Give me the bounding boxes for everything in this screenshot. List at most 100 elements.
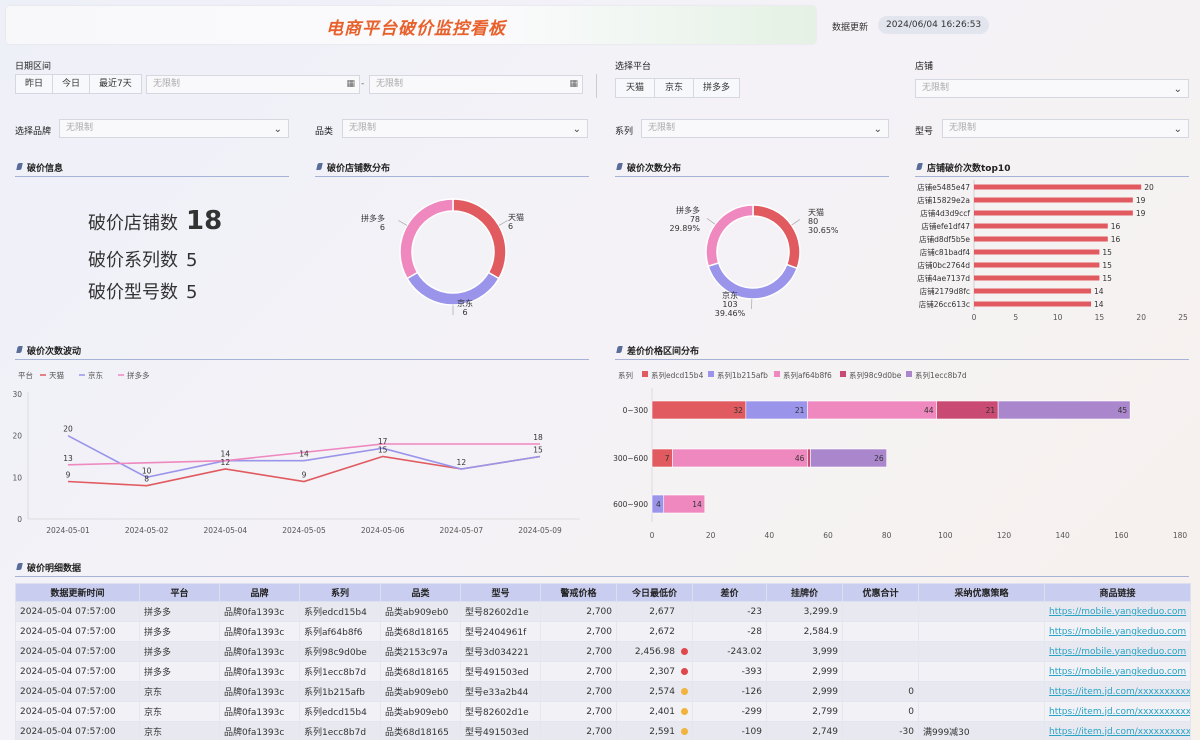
product-link[interactable]: https://mobile.yangkeduo.com [1044,621,1191,642]
bar-category-label: 店铺4d3d9ccf [920,208,970,218]
last7days-button[interactable]: 最近7天 [89,74,142,94]
data-label: 18 [533,433,543,442]
y-tick-label: 30 [12,390,22,399]
table-cell: 3,299.9 [766,601,843,622]
chevron-down-icon: ⌄ [572,124,581,135]
table-cell: -393 [692,661,767,682]
table-row[interactable]: 2024-05-04 07:57:00 拼多多 品牌0fa1393c 系列98c9d0… [15,641,1191,662]
column-header[interactable]: 型号 [460,583,541,602]
platform-buttons: 天猫 京东 拼多多 [615,78,741,98]
legend-swatch [642,371,648,377]
page-title: 电商平台破价监控看板 [326,19,506,39]
calendar-icon[interactable]: ▦ [569,76,578,93]
product-link[interactable]: https://item.jd.com/xxxxxxxxxxxxxx [1044,701,1191,722]
chevron-down-icon: ⌄ [873,124,882,135]
pdd-button[interactable]: 拼多多 [693,78,741,98]
column-header[interactable]: 商品链接 [1044,583,1191,602]
series-select[interactable]: 无限制 ⌄ [641,119,889,138]
brand-select[interactable]: 无限制 ⌄ [59,119,289,138]
table-cell [918,641,1045,662]
column-header[interactable]: 今日最低价 [616,583,693,602]
table-cell: 系列98c9d0be [299,641,381,662]
product-link[interactable]: https://mobile.yangkeduo.com [1044,601,1191,622]
column-header[interactable]: 品牌 [219,583,300,602]
table-row[interactable]: 2024-05-04 07:57:00 拼多多 品牌0fa1393c 系列1ecc8b… [15,661,1191,682]
table-row[interactable]: 2024-05-04 07:57:00 京东 品牌0fa1393c 系列1b215af… [15,681,1191,702]
tmall-button[interactable]: 天猫 [615,78,656,98]
store-label: 店铺 [915,62,934,72]
product-link[interactable]: https://item.jd.com/xxxxxxxxxxxxxx [1044,681,1191,702]
segment-label: 46 [795,454,805,463]
x-tick-label: 60 [823,531,833,540]
category-select[interactable]: 无限制 ⌄ [342,119,588,138]
table-row[interactable]: 2024-05-04 07:57:00 京东 品牌0fa1393c 系列1ecc8b7… [15,721,1191,740]
column-header[interactable]: 数据更新时间 [15,583,140,602]
legend-swatch [774,371,780,377]
legend-label: 系列edcd15b4 [651,370,704,380]
table-cell: 品类68d18165 [380,721,461,740]
y-tick-label: 20 [12,432,22,441]
x-tick-label: 2024-05-07 [440,526,484,535]
column-header[interactable]: 警戒价格 [540,583,617,602]
store-select[interactable]: 无限制 ⌄ [915,79,1189,98]
column-header[interactable]: 差价 [692,583,767,602]
stacked-segment [997,400,1131,420]
top10-bar [974,236,1108,242]
table-cell: 2,456.98 [616,641,693,662]
table-cell: 系列edcd15b4 [299,701,381,722]
table-cell: -126 [692,681,767,702]
table-row[interactable]: 2024-05-04 07:57:00 京东 品牌0fa1393c 系列edcd15b… [15,701,1191,722]
slice-label: 天猫 [808,207,824,217]
jd-button[interactable]: 京东 [654,78,695,98]
yesterday-button[interactable]: 昨日 [15,74,54,94]
warning-dot-icon [681,608,688,615]
table-row[interactable]: 2024-05-04 07:57:00 拼多多 品牌0fa1393c 系列af64b8… [15,621,1191,642]
bar-value-label: 15 [1102,274,1112,283]
x-tick-label: 160 [1114,531,1129,540]
table-cell: 拼多多 [139,601,220,622]
update-label: 数据更新 [832,23,869,33]
legend-label: 京东 [88,370,103,380]
stacked-segment [651,400,747,420]
table-cell: 2,307 [616,661,693,682]
date-start-input[interactable]: 无限制 ▦ [146,75,360,94]
column-header[interactable]: 优惠合计 [842,583,919,602]
data-label: 9 [302,471,307,480]
table-cell: -28 [692,621,767,642]
donut-slice [406,271,500,306]
table-cell: 型号82602d1e [460,601,541,622]
bar-value-label: 19 [1136,196,1146,205]
today-button[interactable]: 今日 [52,74,91,94]
x-tick-label: 2024-05-04 [204,526,248,535]
table-cell: 品牌0fa1393c [219,701,300,722]
column-header[interactable]: 系列 [299,583,381,602]
data-label: 13 [63,454,73,463]
product-link[interactable]: https://mobile.yangkeduo.com [1044,661,1191,682]
table-cell: -23 [692,601,767,622]
column-header[interactable]: 品类 [380,583,461,602]
x-tick-label: 100 [938,531,953,540]
product-link[interactable]: https://item.jd.com/xxxxxxxxxxxxxx [1044,721,1191,740]
slice-label: 天猫 [508,212,524,222]
kpi-label: 破价系列数 [88,250,178,271]
column-header[interactable]: 平台 [139,583,220,602]
table-cell: 2024-05-04 07:57:00 [15,681,140,702]
column-header[interactable]: 采纳优惠策略 [918,583,1045,602]
product-link[interactable]: https://mobile.yangkeduo.com [1044,641,1191,662]
date-end-input[interactable]: 无限制 ▦ [369,75,583,94]
table-cell: 2024-05-04 07:57:00 [15,701,140,722]
table-cell: 品牌0fa1393c [219,641,300,662]
calendar-icon[interactable]: ▦ [346,76,355,93]
y-category-label: 0~300 [623,406,649,415]
table-row[interactable]: 2024-05-04 07:57:00 拼多多 品牌0fa1393c 系列edcd15… [15,601,1191,622]
bar-category-label: 店铺d8df5b5e [919,234,970,244]
model-select[interactable]: 无限制 ⌄ [942,119,1189,138]
table-cell: 2,677 [616,601,693,622]
column-header[interactable]: 挂牌价 [766,583,843,602]
warning-dot-icon [681,667,688,675]
store-value: 无限制 [922,83,950,93]
table-cell: 2,700 [540,721,617,740]
bar-category-label: 店铺4ae7137d [917,273,970,283]
table-cell: -109 [692,721,767,740]
bar-value-label: 19 [1136,209,1146,218]
